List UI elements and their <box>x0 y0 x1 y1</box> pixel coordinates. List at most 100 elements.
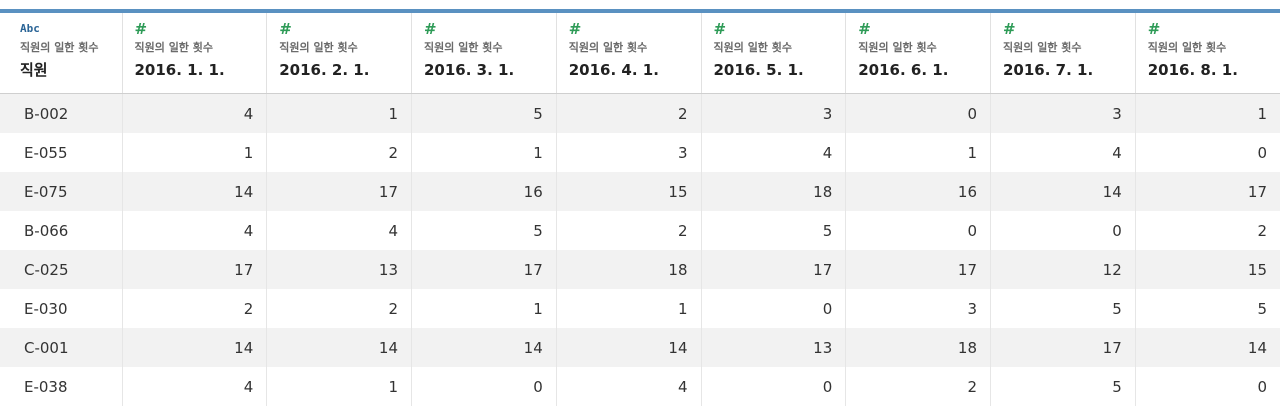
value-cell[interactable]: 17 <box>701 250 847 289</box>
header-row: Abc 직원의 일한 횟수 직원 # 직원의 일한 횟수 2016. 1. 1. # 직… <box>0 13 1280 94</box>
value-cell[interactable]: 14 <box>122 328 268 367</box>
employee-cell[interactable]: E-038 <box>0 367 123 406</box>
value-cell[interactable]: 5 <box>1135 289 1280 328</box>
value-cell[interactable]: 2 <box>556 211 702 250</box>
table-row: E-038 4 1 0 4 0 2 5 0 <box>0 367 1280 406</box>
value-cell[interactable]: 18 <box>701 172 847 211</box>
employee-cell[interactable]: C-025 <box>0 250 123 289</box>
column-source-label: 직원의 일한 횟수 <box>568 41 648 54</box>
value-cell[interactable]: 1 <box>1135 93 1280 133</box>
value-cell[interactable]: 5 <box>411 211 557 250</box>
column-header-date[interactable]: # 직원의 일한 횟수 2016. 6. 1. <box>845 13 991 94</box>
value-cell[interactable]: 2 <box>1135 211 1280 250</box>
column-header-employee[interactable]: Abc 직원의 일한 횟수 직원 <box>0 13 123 94</box>
value-cell[interactable]: 16 <box>411 172 557 211</box>
value-cell[interactable]: 4 <box>556 367 702 406</box>
value-cell[interactable]: 13 <box>701 328 847 367</box>
value-cell[interactable]: 1 <box>122 133 268 172</box>
value-cell[interactable]: 14 <box>1135 328 1280 367</box>
value-cell[interactable]: 0 <box>845 93 991 133</box>
employee-cell[interactable]: B-002 <box>0 93 123 133</box>
value-cell[interactable]: 15 <box>1135 250 1280 289</box>
value-cell[interactable]: 17 <box>1135 172 1280 211</box>
value-cell[interactable]: 1 <box>411 289 557 328</box>
column-field-name: 2016. 5. 1. <box>713 61 804 79</box>
value-cell[interactable]: 15 <box>556 172 702 211</box>
value-cell[interactable]: 0 <box>990 211 1136 250</box>
value-cell[interactable]: 2 <box>266 133 412 172</box>
value-cell[interactable]: 5 <box>411 93 557 133</box>
column-source-label: 직원의 일한 횟수 <box>279 41 358 54</box>
value-cell[interactable]: 0 <box>845 211 991 250</box>
column-source-label: 직원의 일한 횟수 <box>1003 41 1082 54</box>
value-cell[interactable]: 17 <box>845 250 991 289</box>
employee-cell[interactable]: E-075 <box>0 172 123 211</box>
value-cell[interactable]: 17 <box>266 172 412 211</box>
value-cell[interactable]: 4 <box>701 133 847 172</box>
employee-cell[interactable]: C-001 <box>0 328 123 367</box>
column-header-date[interactable]: # 직원의 일한 횟수 2016. 4. 1. <box>556 13 702 94</box>
value-cell[interactable]: 12 <box>990 250 1136 289</box>
value-cell[interactable]: 0 <box>1135 367 1280 406</box>
value-cell[interactable]: 1 <box>845 133 991 172</box>
value-cell[interactable]: 1 <box>411 133 557 172</box>
value-cell[interactable]: 0 <box>701 367 847 406</box>
number-type-icon[interactable]: # <box>135 21 267 37</box>
column-source-label: 직원의 일한 횟수 <box>858 41 937 54</box>
value-cell[interactable]: 17 <box>122 250 268 289</box>
value-cell[interactable]: 4 <box>266 211 412 250</box>
value-cell[interactable]: 16 <box>845 172 991 211</box>
value-cell[interactable]: 14 <box>122 172 268 211</box>
column-header-date[interactable]: # 직원의 일한 횟수 2016. 7. 1. <box>990 13 1136 94</box>
table-row: E-055 1 2 1 3 4 1 4 0 <box>0 133 1280 172</box>
column-header-date[interactable]: # 직원의 일한 횟수 2016. 1. 1. <box>122 13 268 94</box>
value-cell[interactable]: 0 <box>1135 133 1280 172</box>
value-cell[interactable]: 14 <box>266 328 412 367</box>
employee-cell[interactable]: B-066 <box>0 211 123 250</box>
value-cell[interactable]: 5 <box>990 367 1136 406</box>
value-cell[interactable]: 4 <box>122 367 268 406</box>
column-header-date[interactable]: # 직원의 일한 횟수 2016. 5. 1. <box>701 13 847 94</box>
value-cell[interactable]: 0 <box>701 289 847 328</box>
value-cell[interactable]: 14 <box>411 328 557 367</box>
value-cell[interactable]: 3 <box>990 93 1136 133</box>
value-cell[interactable]: 2 <box>556 93 702 133</box>
value-cell[interactable]: 5 <box>701 211 847 250</box>
value-cell[interactable]: 0 <box>411 367 557 406</box>
value-cell[interactable]: 17 <box>411 250 557 289</box>
employee-cell[interactable]: E-030 <box>0 289 123 328</box>
employee-cell[interactable]: E-055 <box>0 133 123 172</box>
number-type-icon[interactable]: # <box>1003 21 1135 37</box>
value-cell[interactable]: 2 <box>122 289 268 328</box>
table-row: E-075 14 17 16 15 18 16 14 17 <box>0 172 1280 211</box>
value-cell[interactable]: 4 <box>122 211 268 250</box>
value-cell[interactable]: 3 <box>701 93 847 133</box>
value-cell[interactable]: 1 <box>266 367 412 406</box>
value-cell[interactable]: 14 <box>556 328 702 367</box>
string-type-icon[interactable]: Abc <box>20 21 122 37</box>
column-header-date[interactable]: # 직원의 일한 횟수 2016. 2. 1. <box>266 13 412 94</box>
value-cell[interactable]: 18 <box>556 250 702 289</box>
number-type-icon[interactable]: # <box>569 21 701 37</box>
value-cell[interactable]: 17 <box>990 328 1136 367</box>
value-cell[interactable]: 1 <box>266 93 412 133</box>
number-type-icon[interactable]: # <box>279 21 411 37</box>
value-cell[interactable]: 18 <box>845 328 991 367</box>
number-type-icon[interactable]: # <box>424 21 556 37</box>
value-cell[interactable]: 2 <box>266 289 412 328</box>
value-cell[interactable]: 4 <box>122 93 268 133</box>
column-header-date[interactable]: # 직원의 일한 횟수 2016. 3. 1. <box>411 13 557 94</box>
number-type-icon[interactable]: # <box>858 21 990 37</box>
value-cell[interactable]: 5 <box>990 289 1136 328</box>
column-source-label: 직원의 일한 횟수 <box>713 41 793 54</box>
number-type-icon[interactable]: # <box>1148 21 1280 37</box>
value-cell[interactable]: 3 <box>556 133 702 172</box>
value-cell[interactable]: 3 <box>845 289 991 328</box>
number-type-icon[interactable]: # <box>714 21 846 37</box>
column-header-date[interactable]: # 직원의 일한 횟수 2016. 8. 1. <box>1135 13 1280 94</box>
value-cell[interactable]: 13 <box>266 250 412 289</box>
value-cell[interactable]: 4 <box>990 133 1136 172</box>
value-cell[interactable]: 1 <box>556 289 702 328</box>
value-cell[interactable]: 14 <box>990 172 1136 211</box>
value-cell[interactable]: 2 <box>845 367 991 406</box>
